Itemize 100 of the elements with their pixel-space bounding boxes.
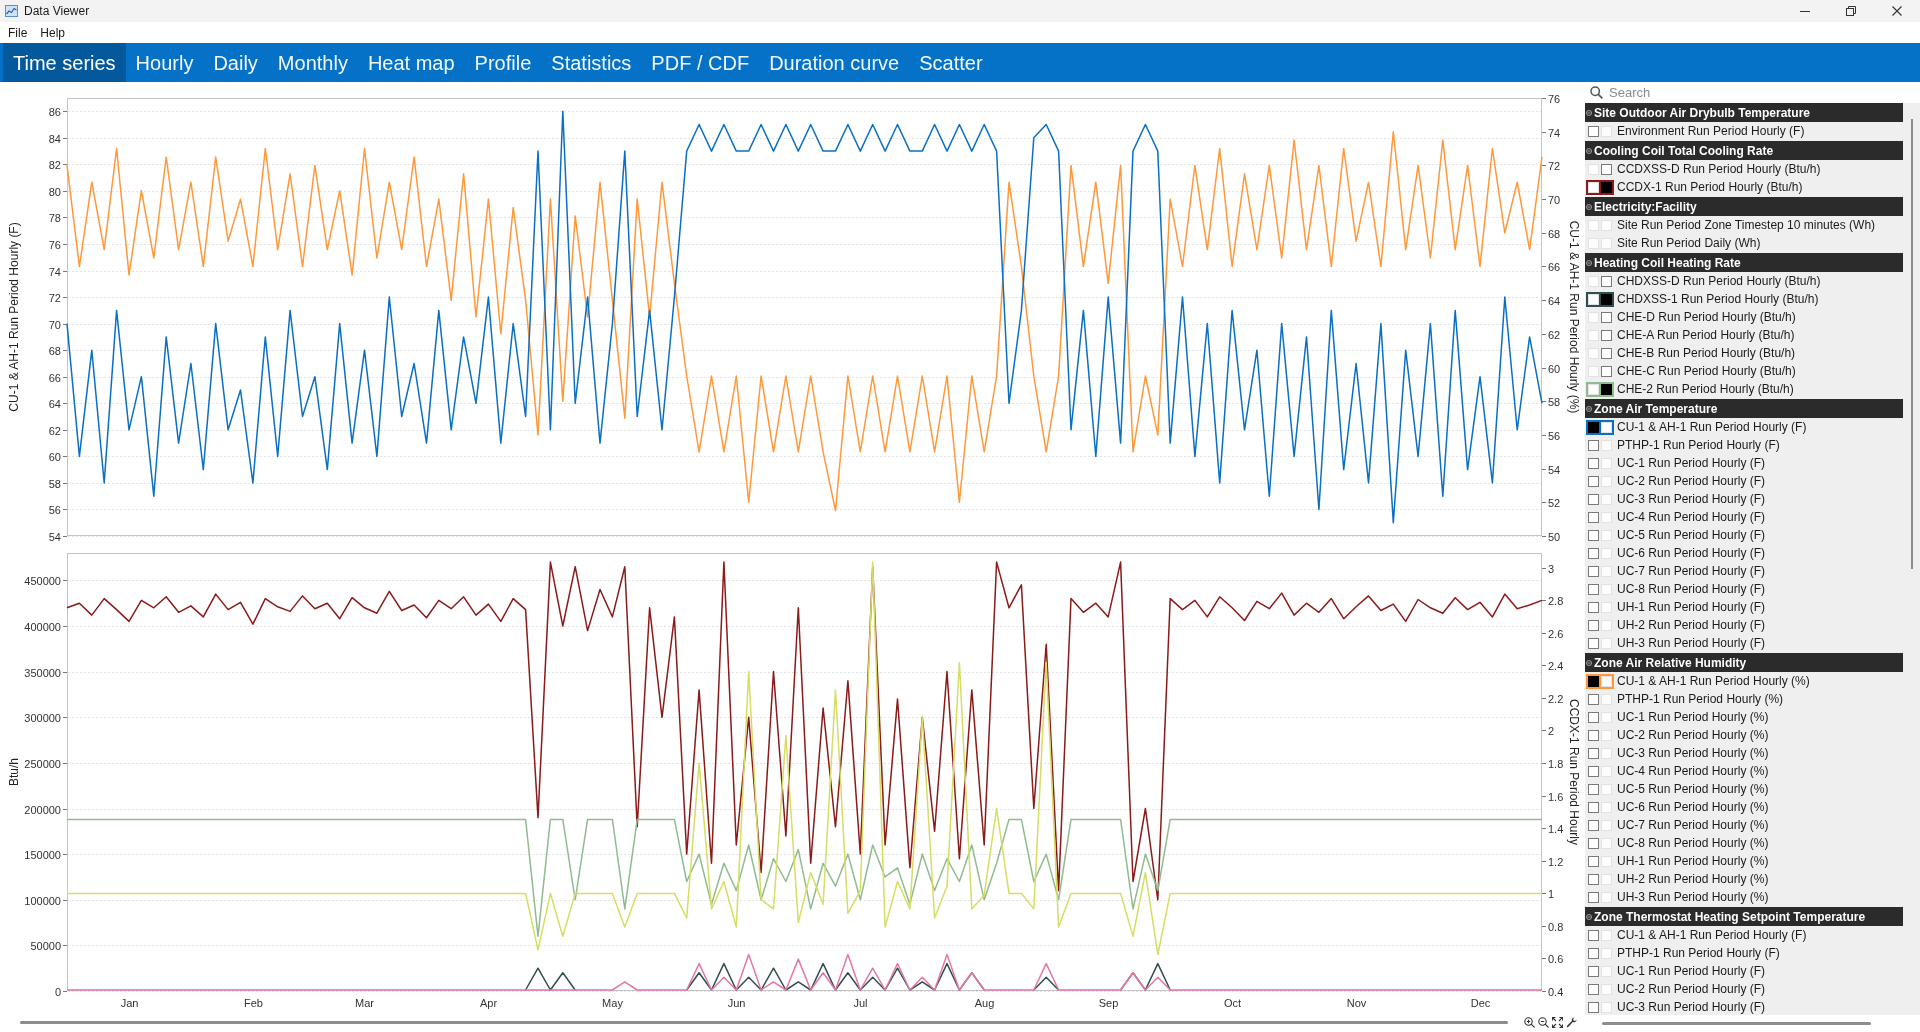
group-header[interactable]: Cooling Coil Total Cooling Rate bbox=[1585, 141, 1903, 160]
group-header[interactable]: Zone Air Temperature bbox=[1585, 399, 1903, 418]
checkbox[interactable] bbox=[1588, 873, 1599, 885]
axis-title: Btu/h bbox=[7, 758, 22, 786]
series-label: UH-3 Run Period Hourly (F) bbox=[1617, 635, 1766, 652]
tab[interactable]: Monthly bbox=[267, 43, 358, 82]
axis-tick-label: 0.4 bbox=[1548, 985, 1564, 998]
checkbox[interactable] bbox=[1588, 801, 1599, 813]
checkbox[interactable] bbox=[1588, 891, 1599, 903]
wrench-icon[interactable] bbox=[1566, 1016, 1577, 1028]
checkbox[interactable] bbox=[1588, 693, 1599, 705]
tab[interactable]: Heat map bbox=[357, 43, 465, 82]
axis-tick-label: 450000 bbox=[24, 574, 61, 587]
series-label: UH-2 Run Period Hourly (%) bbox=[1617, 871, 1769, 888]
checkbox[interactable] bbox=[1588, 947, 1599, 959]
axis-tick-label: Aug bbox=[974, 997, 995, 1009]
axis-tick-label: 74 bbox=[48, 265, 61, 278]
collapse-icon bbox=[1586, 109, 1592, 116]
checkbox[interactable] bbox=[1601, 347, 1612, 359]
checkbox[interactable] bbox=[1588, 983, 1599, 995]
axis-tick-label: 54 bbox=[48, 530, 61, 543]
checkbox[interactable] bbox=[1588, 765, 1599, 777]
checkbox[interactable] bbox=[1588, 711, 1599, 723]
checkbox[interactable] bbox=[1588, 619, 1599, 631]
checkbox[interactable] bbox=[1588, 583, 1599, 595]
tab[interactable]: Daily bbox=[203, 43, 268, 82]
axis-title: CCDX-1 Run Period Hourly bbox=[1566, 698, 1581, 846]
checkbox[interactable] bbox=[1588, 529, 1599, 541]
checkbox[interactable] bbox=[1588, 601, 1599, 613]
close-icon[interactable] bbox=[1892, 6, 1902, 16]
tab[interactable]: PDF / CDF bbox=[641, 43, 760, 82]
group-header[interactable]: Zone Thermostat Heating Setpoint Temperature bbox=[1585, 907, 1903, 926]
checkbox[interactable] bbox=[1588, 729, 1599, 741]
checkbox[interactable] bbox=[1601, 293, 1612, 305]
checkbox[interactable] bbox=[1588, 783, 1599, 795]
zoom-in-icon[interactable] bbox=[1524, 1016, 1535, 1028]
series-label: CCDXSS-D Run Period Hourly (Btu/h) bbox=[1617, 161, 1821, 178]
series-label: UC-3 Run Period Hourly (%) bbox=[1617, 745, 1769, 762]
series-label: Site Run Period Zone Timestep 10 minutes (Wh) bbox=[1617, 217, 1876, 234]
search-field[interactable]: Search bbox=[1609, 83, 1909, 102]
horizontal-scrollbar[interactable] bbox=[20, 1020, 1508, 1024]
axis-tick-label: Jan bbox=[120, 997, 139, 1009]
vertical-scrollbar[interactable] bbox=[1911, 119, 1913, 569]
series-label: CHE-2 Run Period Hourly (Btu/h) bbox=[1617, 381, 1794, 398]
tab[interactable]: Statistics bbox=[541, 43, 642, 82]
axis-tick-label: 50000 bbox=[30, 939, 61, 952]
checkbox[interactable] bbox=[1601, 329, 1612, 341]
group-header[interactable]: Electricity:Facility bbox=[1585, 197, 1903, 216]
axis-tick-label: Jul bbox=[853, 997, 868, 1009]
checkbox[interactable] bbox=[1588, 837, 1599, 849]
series-label: UC-2 Run Period Hourly (F) bbox=[1617, 473, 1766, 490]
series-label: UC-7 Run Period Hourly (F) bbox=[1617, 563, 1766, 580]
checkbox[interactable] bbox=[1588, 855, 1599, 867]
checkbox[interactable] bbox=[1601, 163, 1612, 175]
minimize-icon[interactable] bbox=[1800, 10, 1810, 12]
series-label: UC-7 Run Period Hourly (%) bbox=[1617, 817, 1769, 834]
checkbox[interactable] bbox=[1588, 125, 1599, 137]
tab[interactable]: Time series bbox=[3, 43, 126, 82]
group-header[interactable]: Heating Coil Heating Rate bbox=[1585, 253, 1903, 272]
checkbox[interactable] bbox=[1588, 819, 1599, 831]
checkbox[interactable] bbox=[1588, 457, 1599, 469]
checkbox[interactable] bbox=[1588, 439, 1599, 451]
checkbox[interactable] bbox=[1601, 275, 1612, 287]
checkbox[interactable] bbox=[1588, 547, 1599, 559]
series-label: UC-3 Run Period Hourly (F) bbox=[1617, 491, 1766, 508]
checkbox[interactable] bbox=[1588, 511, 1599, 523]
tab[interactable]: Hourly bbox=[125, 43, 204, 82]
checkbox[interactable] bbox=[1588, 965, 1599, 977]
checkbox[interactable] bbox=[1588, 493, 1599, 505]
series-label: CU-1 & AH-1 Run Period Hourly (F) bbox=[1617, 927, 1807, 944]
checkbox[interactable] bbox=[1588, 421, 1599, 433]
series-label: CHE-D Run Period Hourly (Btu/h) bbox=[1617, 309, 1796, 326]
axis-tick-label: 350000 bbox=[24, 666, 61, 679]
checkbox[interactable] bbox=[1588, 1001, 1599, 1013]
menu-item[interactable]: File bbox=[3, 23, 33, 42]
group-header[interactable]: Site Outdoor Air Drybulb Temperature bbox=[1585, 103, 1903, 122]
checkbox[interactable] bbox=[1601, 383, 1612, 395]
checkbox[interactable] bbox=[1601, 181, 1612, 193]
axis-tick-label: 86 bbox=[48, 105, 61, 118]
group-header[interactable]: Zone Air Relative Humidity bbox=[1585, 653, 1903, 672]
checkbox[interactable] bbox=[1588, 675, 1599, 687]
checkbox[interactable] bbox=[1588, 475, 1599, 487]
zoom-out-icon[interactable] bbox=[1538, 1016, 1549, 1028]
tab[interactable]: Scatter bbox=[909, 43, 993, 82]
horizontal-scrollbar[interactable] bbox=[1602, 1022, 1871, 1025]
axis-tick-label: 1.4 bbox=[1548, 822, 1564, 835]
fit-to-view-icon[interactable] bbox=[1552, 1016, 1563, 1028]
checkbox[interactable] bbox=[1588, 929, 1599, 941]
checkbox[interactable] bbox=[1601, 365, 1612, 377]
restore-icon[interactable] bbox=[1846, 6, 1856, 16]
checkbox[interactable] bbox=[1588, 747, 1599, 759]
menu-item[interactable]: Help bbox=[35, 23, 71, 42]
series-label: UH-3 Run Period Hourly (%) bbox=[1617, 889, 1769, 906]
checkbox[interactable] bbox=[1601, 311, 1612, 323]
checkbox[interactable] bbox=[1588, 565, 1599, 577]
collapse-icon bbox=[1586, 147, 1592, 154]
checkbox[interactable] bbox=[1588, 637, 1599, 649]
collapse-icon bbox=[1586, 259, 1592, 266]
tab[interactable]: Duration curve bbox=[759, 43, 910, 82]
tab[interactable]: Profile bbox=[464, 43, 542, 82]
